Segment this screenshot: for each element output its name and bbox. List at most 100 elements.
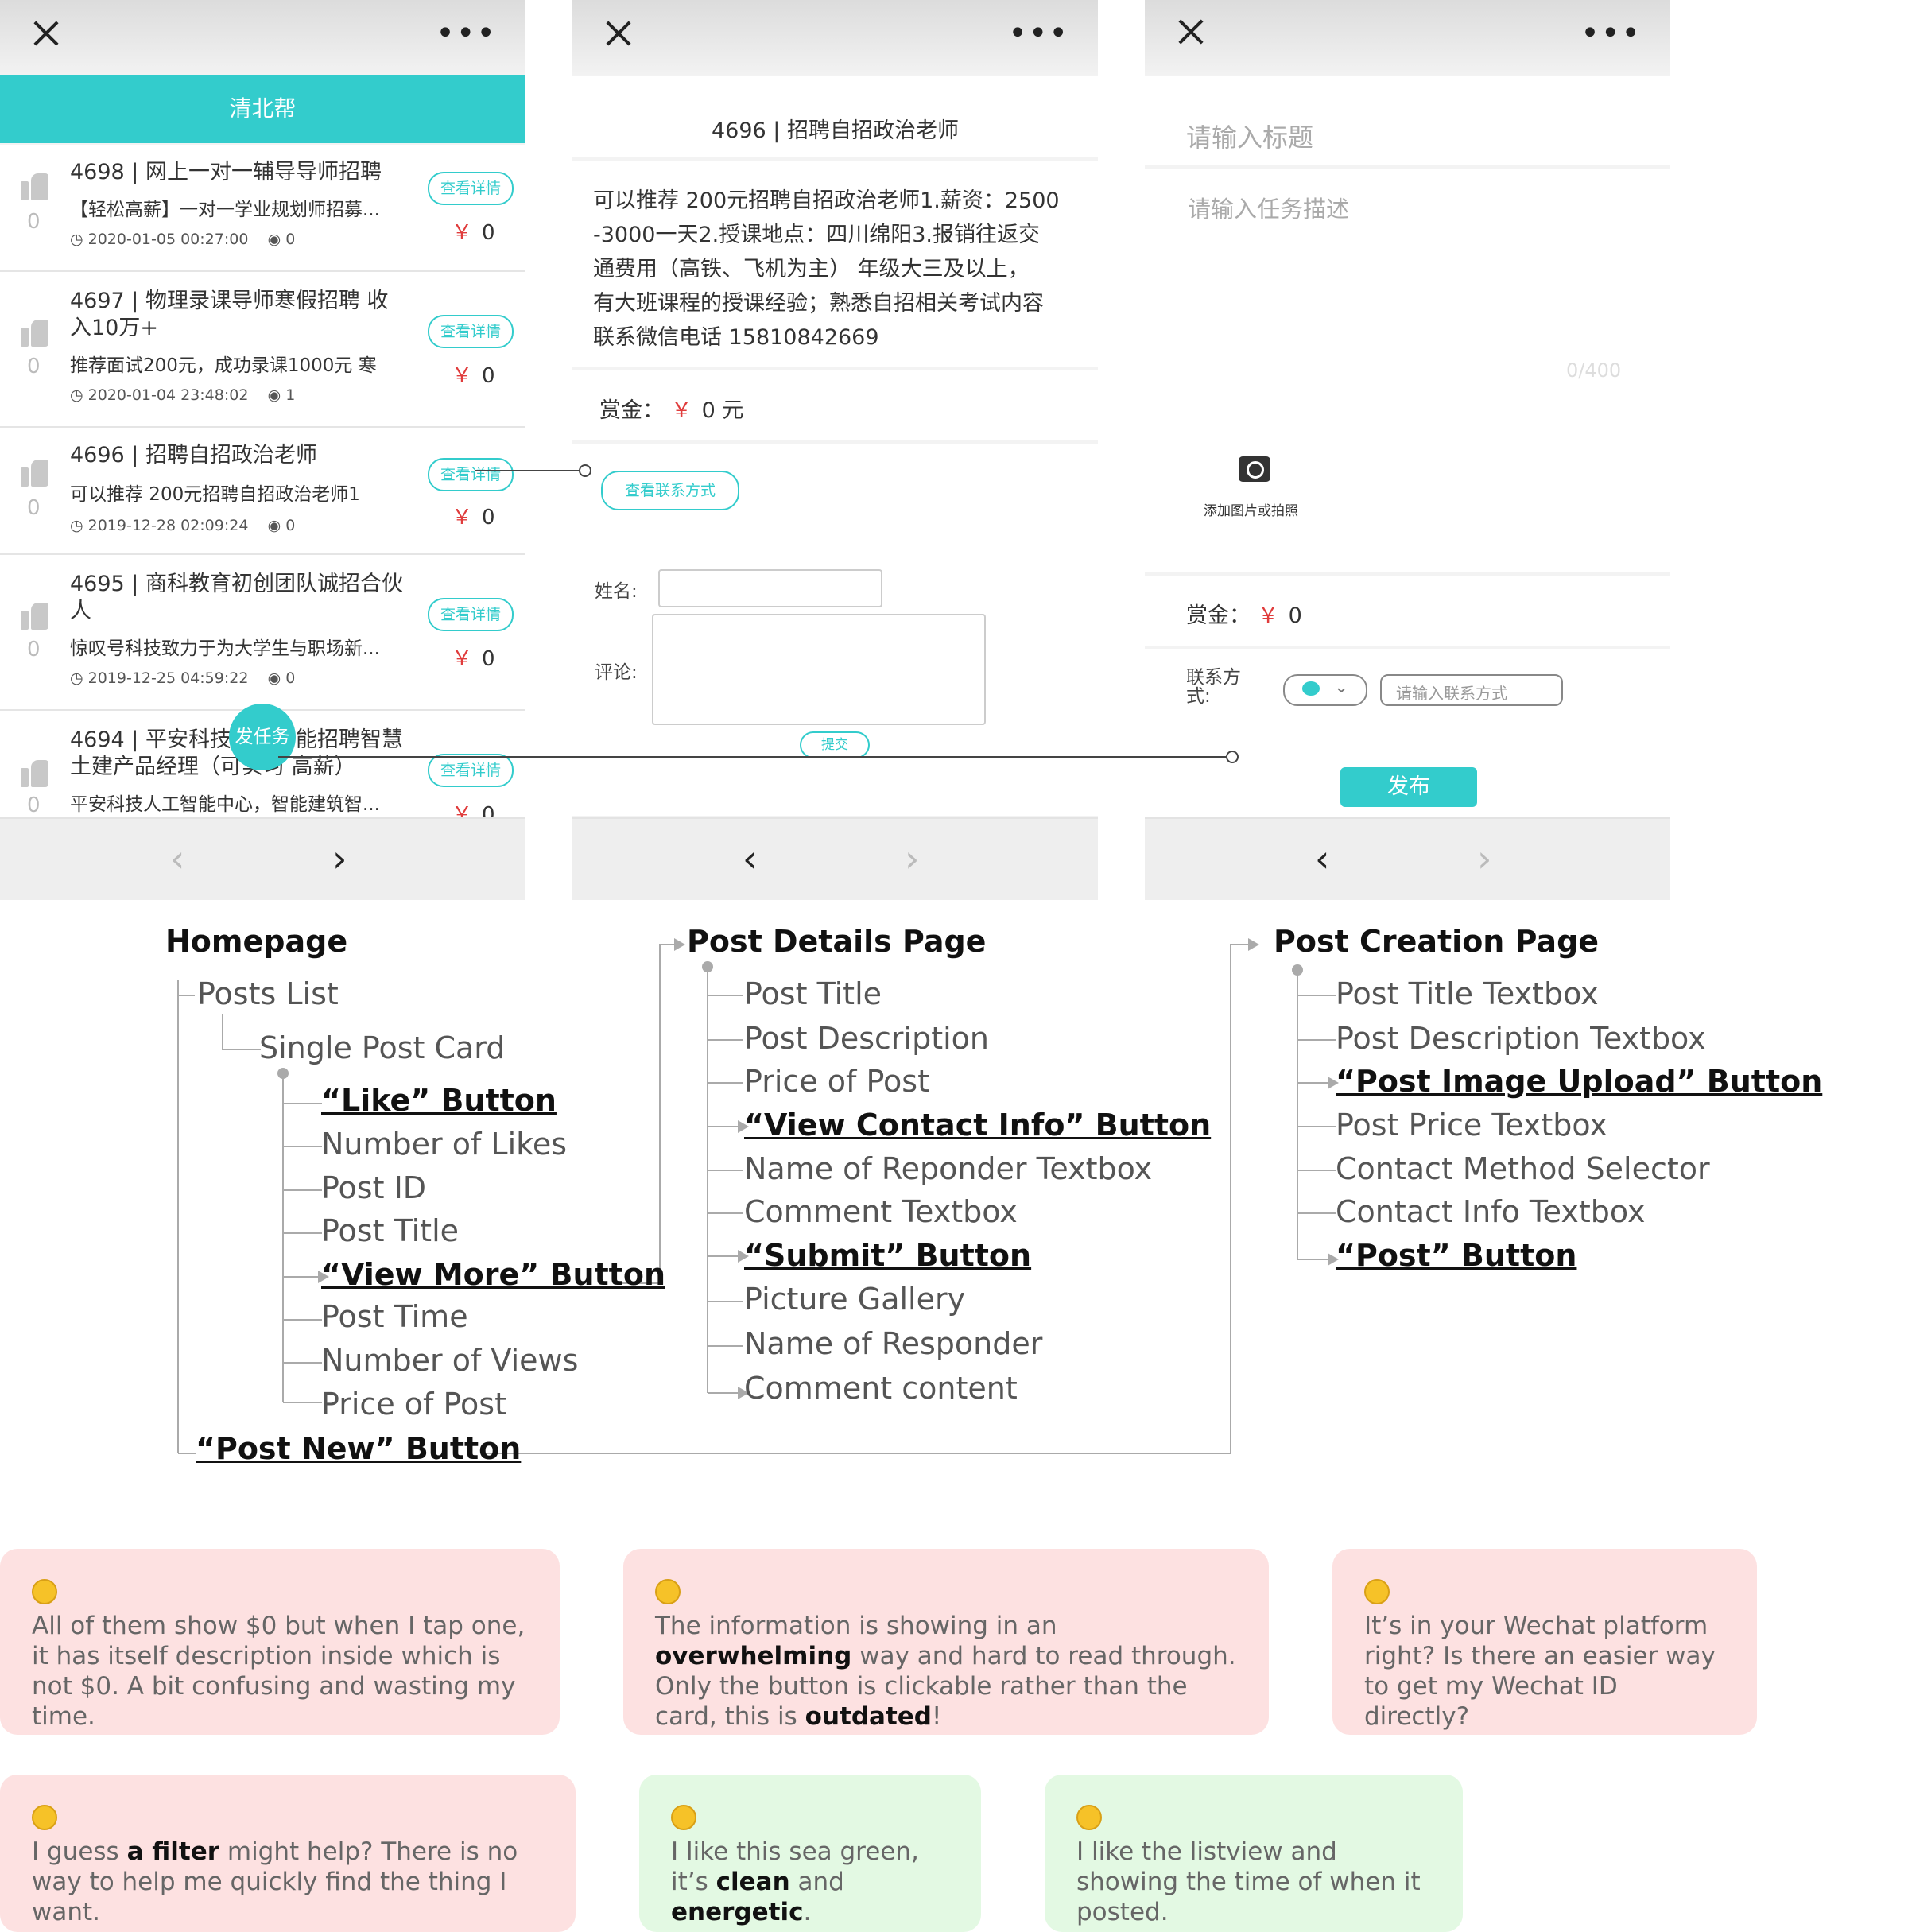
forward-chevron-icon[interactable]: › [905,840,919,877]
desc-placeholder: 请输入任务描述 [1188,196,1350,223]
description-input-box[interactable]: 请输入任务描述 0/400 添加图片或拍照 [1145,169,1670,572]
emoji-icon [32,1579,57,1604]
more-icon[interactable]: ••• [1580,17,1642,49]
view-more-button[interactable]: 查看详情 [428,458,514,491]
post-creation-screen: ••• 请输入标题 请输入任务描述 0/400 添加图片或拍照 赏金： ￥ 0 联… [1145,0,1670,900]
post-meta: ◷ 2020-01-05 00:27:00 ◉ 0 [70,231,296,248]
eye-icon: ◉ [267,517,281,534]
view-more-button[interactable]: 查看详情 [428,315,514,348]
contact-info-input[interactable]: 请输入联系方式 [1380,674,1563,706]
tree-item: Post Price Textbox [1336,1108,1607,1143]
post-card: 0 4697 | 物理录课导师寒假招聘 收入10万+ 推荐面试200元，成功录课… [0,272,525,428]
forward-chevron-icon[interactable]: › [332,840,347,877]
thumbs-up-icon[interactable] [21,760,49,787]
emoji-icon [32,1805,57,1830]
post-time: 2019-12-28 02:09:24 [87,517,249,534]
close-icon[interactable] [1175,16,1207,48]
app-header: 清北帮 [0,75,525,143]
like-count: 0 [27,638,41,661]
tree-item: Post Description [744,1021,990,1056]
tree-item-key: “Post New” Button [196,1431,522,1466]
thumbs-up-icon[interactable] [21,603,49,630]
post-meta: ◷ 2019-12-28 02:09:24 ◉ 0 [70,517,296,534]
post-meta: ◷ 2020-01-04 23:48:02 ◉ 1 [70,386,296,404]
close-icon[interactable] [603,17,634,49]
back-chevron-icon[interactable]: ‹ [743,840,757,877]
tree-item-key: “Submit” Button [744,1238,1032,1273]
forward-chevron-icon[interactable]: › [1477,840,1491,877]
more-icon[interactable]: ••• [1008,17,1069,49]
tree-item: Posts List [197,976,339,1011]
close-icon[interactable] [30,17,62,49]
title-input-box[interactable]: 请输入标题 [1145,76,1670,165]
feedback-note: I guess a filter might help? There is no… [0,1775,576,1932]
comment-label: 评论: [595,662,638,683]
bottom-nav: ‹ › [1145,817,1670,900]
post-button[interactable]: 发布 [1340,767,1477,807]
feedback-note: The information is showing in an overwhe… [623,1549,1269,1735]
comment-input[interactable] [652,614,986,725]
name-label: 姓名: [595,581,638,602]
post-time: 2020-01-04 23:48:02 [87,386,249,404]
post-desc: 推荐面试200元，成功录课1000元 寒 [70,355,377,376]
feedback-note: It’s in your Wechat platform right? Is t… [1332,1549,1757,1735]
tree-item: Name of Responder [744,1326,1043,1361]
back-chevron-icon[interactable]: ‹ [170,840,184,877]
post-price: ￥ 0 [452,364,495,388]
detail-price-box: 赏金： ￥ 0 元 [572,370,1098,440]
thumbs-up-icon[interactable] [21,320,49,347]
detail-title-box: 4696 | 招聘自招政治老师 [572,76,1098,157]
view-count: 0 [285,231,296,248]
view-contact-button[interactable]: 查看联系方式 [601,471,739,510]
tree-item: Number of Views [321,1343,579,1378]
tree-item-key: “Post Image Upload” Button [1336,1064,1823,1099]
back-chevron-icon[interactable]: ‹ [1315,840,1329,877]
top-bar: ••• [0,0,525,75]
thumbs-up-icon[interactable] [21,460,49,487]
view-more-button[interactable]: 查看详情 [428,172,514,205]
emoji-icon [655,1579,681,1604]
tree-item: Picture Gallery [744,1282,966,1317]
post-card: 0 4696 | 招聘自招政治老师 可以推荐 200元招聘自招政治老师1 ◷ 2… [0,428,525,555]
desc-line: 通费用（高铁、飞机为主） 年级大三及以上， [593,257,1030,281]
post-details-screen: ••• 4696 | 招聘自招政治老师 可以推荐 200元招聘自招政治老师1.薪… [572,0,1098,900]
camera-icon[interactable] [1239,456,1270,482]
chevron-down-icon: ⌄ [1334,677,1349,697]
emoji-icon [1364,1579,1390,1604]
tree-item-key: “View Contact Info” Button [744,1108,1212,1143]
like-count: 0 [27,496,41,520]
tree-item-key: “Post” Button [1336,1238,1577,1273]
submit-button[interactable]: 提交 [800,731,870,758]
reward-box: 赏金： ￥ 0 [1145,576,1670,646]
contact-placeholder: 请输入联系方式 [1396,684,1507,703]
top-bar: ••• [572,0,1098,75]
reward-row[interactable]: 赏金： ￥ 0 [1186,598,1302,629]
view-more-button[interactable]: 查看详情 [428,598,514,631]
post-title: 4698 | 网上一对一辅导导师招聘 [70,160,382,184]
post-desc: 可以推荐 200元招聘自招政治老师1 [70,484,360,505]
more-icon[interactable]: ••• [436,17,497,49]
view-count: 1 [285,386,296,404]
title-placeholder: 请输入标题 [1186,122,1314,153]
desc-line: 可以推荐 200元招聘自招政治老师1.薪资：2500 [593,188,1060,213]
wechat-icon [1302,681,1320,696]
contact-method-selector[interactable]: ⌄ [1283,674,1367,706]
feedback-note: I like the listview and showing the time… [1045,1775,1463,1932]
thumbs-up-icon[interactable] [21,173,49,200]
tree-item: Price of Post [744,1064,929,1099]
emoji-icon [671,1805,696,1830]
post-new-button[interactable]: 发任务 [229,704,296,770]
tree-item: Number of Likes [321,1127,567,1162]
homepage-screen: ••• 清北帮 0 4698 | 网上一对一辅导导师招聘 【轻松高薪】一对一学业… [0,0,525,900]
name-input[interactable] [658,569,882,607]
eye-icon: ◉ [267,386,281,404]
feedback-note: All of them show $0 but when I tap one, … [0,1549,560,1735]
post-price: ￥ 0 [452,647,495,671]
view-more-button[interactable]: 查看详情 [428,754,514,787]
tree-item: Single Post Card [259,1030,506,1065]
tree-item: Contact Method Selector [1336,1151,1710,1186]
like-count: 0 [27,210,41,234]
bottom-nav: ‹ › [572,817,1098,900]
tree-item: Name of Reponder Textbox [744,1151,1153,1186]
view-count: 0 [285,669,296,687]
